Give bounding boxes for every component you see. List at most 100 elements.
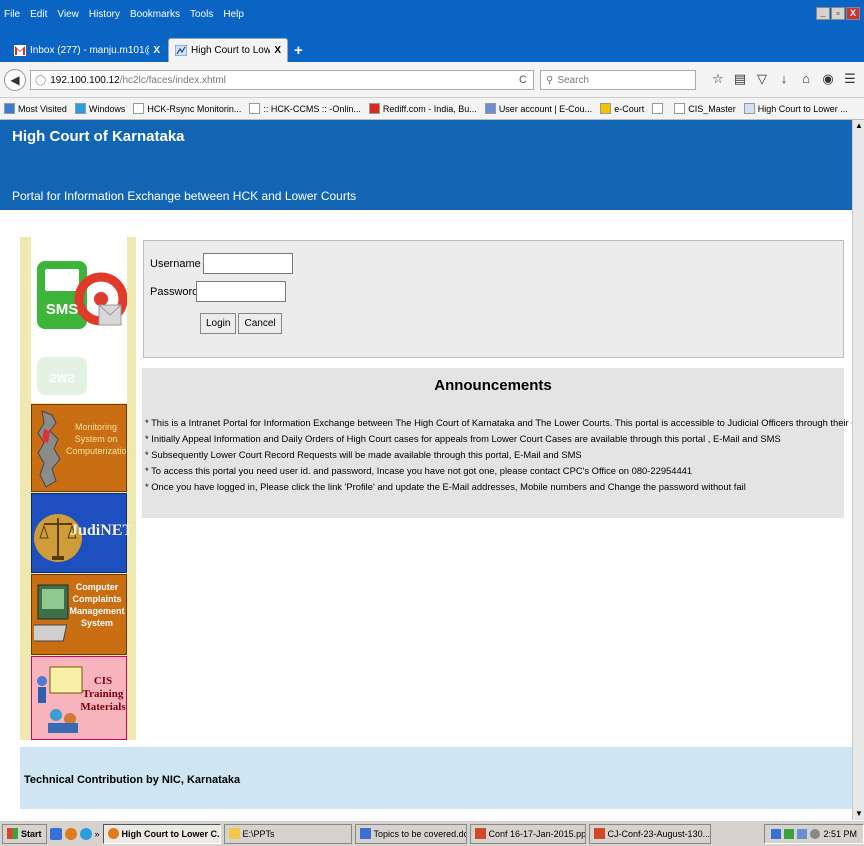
bookmark-item[interactable]: Rediff.com - India, Bu... [368,103,477,114]
bookmark-item[interactable]: High Court to Lower ... [743,103,848,114]
close-tab-icon[interactable]: X [153,45,160,56]
powerpoint-icon [593,828,605,839]
search-input[interactable]: ⚲ Search [540,70,696,90]
close-window-button[interactable]: X [846,7,860,20]
announcements-list: * This is a Intranet Portal for Informat… [145,415,852,495]
tray-icon[interactable] [784,828,795,839]
scroll-up-icon[interactable]: ▲ [854,120,864,132]
password-input[interactable] [196,281,286,302]
menu-help[interactable]: Help [223,9,244,20]
menu-bookmarks[interactable]: Bookmarks [130,9,180,20]
page-icon [133,103,145,114]
site-icon [175,45,187,56]
new-tab-button[interactable]: + [294,42,303,59]
download-icon[interactable]: ↓ [776,71,792,87]
complaints-line: Management [69,606,125,616]
word-icon [359,828,371,839]
sms-reflection: SMS [48,371,75,385]
menu-file[interactable]: File [4,9,20,20]
list-item: * Initially Appeal Information and Daily… [145,433,781,444]
bookmark-item[interactable] [652,103,666,114]
volume-icon[interactable] [810,828,821,839]
username-label: Username [150,257,201,270]
minimize-button[interactable]: _ [816,7,830,20]
menu-tools[interactable]: Tools [190,9,213,20]
bookmarks-bar: Most Visited Windows HCK-Rsync Monitorin… [0,98,864,120]
bookmark-item[interactable]: HCK-Rsync Monitorin... [133,103,241,114]
tray-icon[interactable] [771,828,782,839]
windows-icon [74,103,86,114]
cancel-button[interactable]: Cancel [238,313,282,334]
password-row: Password [150,281,286,302]
navigation-bar: ◀ ◯ 192.100.100.12/hc2lc/faces/index.xht… [0,62,864,98]
judinet-link[interactable]: JudiNET [31,493,134,573]
announcements-section: Announcements * This is a Intranet Porta… [142,368,852,518]
home-icon[interactable]: ⌂ [798,71,814,87]
taskbar-item[interactable]: CJ-Conf-23-August-130... [588,823,711,844]
bookmark-star-icon[interactable]: ☆ [710,71,726,87]
complaints-line: System [80,618,114,628]
password-label: Password [150,285,199,298]
vertical-scrollbar[interactable]: ▲ ▼ [852,120,864,820]
list-item: * This is a Intranet Portal for Informat… [145,417,852,428]
cis-line: Training [82,688,124,700]
taskbar-item[interactable]: High Court to Lower C... [102,823,221,844]
username-input[interactable] [202,253,293,274]
taskbar-item[interactable]: Topics to be covered.do... [354,823,467,844]
list-item: * Once you have logged in, Please click … [145,481,746,492]
bookmark-item[interactable]: :: HCK-CCMS :: -Onlin... [249,103,361,114]
quicklaunch-icon[interactable] [49,827,62,840]
bookmark-item[interactable]: CIS_Master [674,103,736,114]
clock[interactable]: 2:51 PM [823,829,857,839]
url-path: /hc2lc/faces/index.xhtml [119,74,226,86]
login-button[interactable]: Login [200,313,237,334]
close-tab-icon[interactable]: X [274,45,281,56]
ecourt-icon [600,103,612,114]
monitoring-line: Monitoring [74,422,118,432]
quicklaunch-icon[interactable] [64,827,77,840]
monitoring-line: System on [74,434,118,444]
url-bar[interactable]: ◯ 192.100.100.12/hc2lc/faces/index.xhtml… [30,70,534,90]
start-button[interactable]: Start [2,823,47,844]
quicklaunch-more-icon[interactable]: » [95,829,100,839]
start-label: Start [21,828,42,839]
menu-history[interactable]: History [89,9,120,20]
bookmark-item[interactable]: e-Court [600,103,644,114]
cis-training-link[interactable]: CIS Training Materials [31,656,127,740]
tray-icon[interactable] [797,828,808,839]
bookmark-item[interactable]: User account | E-Cou... [484,103,592,114]
monitoring-line: Computerization [66,446,132,456]
judinet-label: JudiNET [70,522,134,539]
menu-edit[interactable]: Edit [30,9,47,20]
page-icon [249,103,261,114]
tab-inbox[interactable]: Inbox (277) - manju.m101@g... X [8,38,166,62]
monitoring-system-link[interactable]: Monitoring System on Computerization [31,404,132,492]
quicklaunch-icon[interactable] [79,827,92,840]
reading-list-icon[interactable]: ▤ [732,71,748,87]
cis-line: Materials [80,701,126,713]
menu-view[interactable]: View [57,9,79,20]
announcements-heading: Announcements [434,377,552,394]
tab-title: Inbox (277) - manju.m101@g... [30,44,149,56]
tab-title: High Court to Lower Court [191,45,271,56]
reload-icon[interactable]: C [519,74,527,86]
pocket-icon[interactable]: ▽ [754,71,770,87]
bookmark-item[interactable]: Most Visited [4,103,67,114]
toolbar-icons: ☆ ▤ ▽ ↓ ⌂ ◉ ☰ [710,71,858,87]
sms-email-banner[interactable]: SMS SMS [31,237,128,403]
login-buttons: Login Cancel [200,313,282,334]
taskbar-item[interactable]: E:\PPTs [223,823,352,844]
taskbar-item[interactable]: Conf 16-17-Jan-2015.pptx [469,823,586,844]
bookmark-item[interactable]: Windows [74,103,125,114]
back-button[interactable]: ◀ [4,69,26,91]
hamburger-menu-icon[interactable]: ☰ [842,71,858,87]
complaints-management-link[interactable]: Computer Complaints Management System [31,574,127,655]
sidebar: SMS SMS Monitoring System on Computeriza… [20,237,136,740]
gmail-icon [14,44,26,56]
addon-icon[interactable]: ◉ [820,71,836,87]
scroll-down-icon[interactable]: ▼ [854,808,864,820]
browser-menubar: File Edit View History Bookmarks Tools H… [0,0,864,28]
restore-button[interactable]: ▫ [831,7,845,20]
tab-high-court[interactable]: High Court to Lower Court X [168,38,288,62]
ecourt-icon [484,103,496,114]
